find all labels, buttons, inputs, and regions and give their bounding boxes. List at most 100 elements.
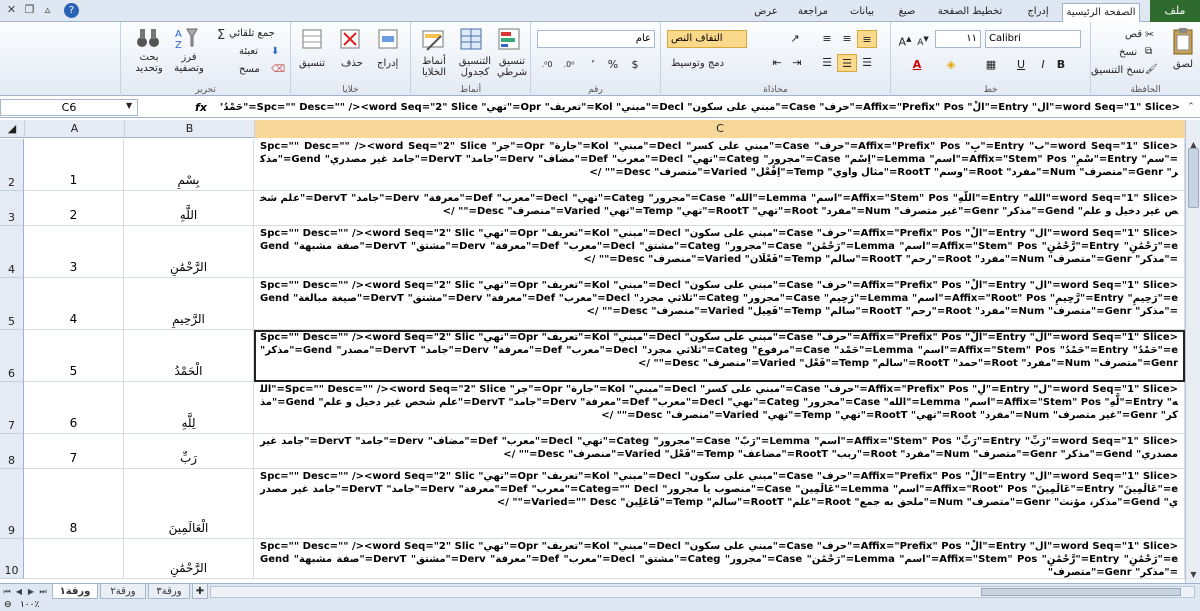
sort-filter-button[interactable]: فرز وتصفية	[169, 52, 209, 74]
percent-button[interactable]: %	[603, 56, 623, 74]
cell-styles-button[interactable]: أنماط الخلايا	[415, 56, 453, 78]
delete-button[interactable]: حذف	[341, 58, 363, 69]
cell-index[interactable]: 8	[24, 469, 124, 539]
name-box[interactable]: C6	[0, 99, 138, 116]
cell-word[interactable]: اللَّهِ	[124, 191, 254, 226]
align-bottom-icon[interactable]: ≡	[817, 30, 837, 48]
find-select-button[interactable]: بحث وتحديد	[129, 52, 169, 74]
copy-icon[interactable]: ⧉	[1145, 46, 1152, 57]
close-window-icon[interactable]: ✕	[4, 3, 19, 17]
horizontal-scrollbar[interactable]	[210, 586, 1195, 598]
cell-word[interactable]: الرَّحْمَٰنِ	[124, 226, 254, 278]
align-right-icon[interactable]: ☰	[857, 54, 877, 72]
cell-word[interactable]: الرَّحِيمِ	[124, 278, 254, 330]
align-left-icon[interactable]: ☰	[817, 54, 837, 72]
zoom-minus-icon[interactable]: ⊖	[4, 599, 12, 611]
select-all-corner[interactable]: ◢	[0, 120, 24, 138]
sheet-tab-1[interactable]: ورقة١	[52, 584, 98, 599]
format-as-table-button[interactable]: التنسيق كجدول	[455, 56, 495, 78]
format-painter-icon[interactable]: 🖌	[1145, 64, 1158, 75]
format-as-table-icon[interactable]	[459, 26, 485, 52]
zoom-level[interactable]: ١٠٠٪	[20, 599, 39, 611]
indent-icon[interactable]: ⇥	[787, 54, 807, 72]
cell-index[interactable]: 3	[24, 226, 124, 278]
outdent-icon[interactable]: ⇤	[767, 54, 787, 72]
orientation-icon[interactable]: ↗	[785, 30, 805, 48]
tab-data[interactable]: بيانات	[840, 3, 884, 22]
paste-icon[interactable]	[1171, 26, 1195, 56]
cell-word[interactable]: الْعَالَمِينَ	[124, 469, 254, 539]
name-box-dropdown-icon[interactable]: ▼	[126, 101, 132, 110]
cut-button[interactable]: قص	[1125, 29, 1142, 40]
delete-cells-icon[interactable]	[339, 28, 361, 50]
prev-sheet-icon[interactable]: ◀	[14, 585, 24, 598]
column-header-a[interactable]: A	[24, 120, 124, 138]
cell-index[interactable]: 1	[24, 139, 124, 191]
insert-cells-icon[interactable]	[377, 28, 399, 50]
wrap-text-button[interactable]: التفاف النص	[667, 30, 747, 48]
cell-index[interactable]: 2	[24, 191, 124, 226]
row-header[interactable]: 2	[0, 139, 24, 191]
vertical-scroll-thumb[interactable]	[1188, 148, 1199, 208]
tab-view[interactable]: عرض	[748, 3, 784, 22]
scissors-icon[interactable]: ✂	[1145, 28, 1154, 41]
sheet-tab-2[interactable]: ورقة٢	[100, 584, 146, 599]
format-button[interactable]: تنسيق	[299, 58, 325, 69]
row-header[interactable]: 7	[0, 382, 24, 434]
conditional-format-button[interactable]: تنسيق شرطي	[495, 56, 529, 78]
new-sheet-icon[interactable]: ✚	[192, 584, 208, 599]
cell-analysis[interactable]: <word Seq="1" Slice="ال" Entry="الْ" Aff…	[254, 469, 1185, 539]
italic-button[interactable]: I	[1033, 56, 1053, 74]
last-sheet-icon[interactable]: ⏭	[38, 585, 48, 598]
cell-index[interactable]: 4	[24, 278, 124, 330]
expand-formula-bar-icon[interactable]: ⌃	[1184, 100, 1198, 115]
decrease-decimal-icon[interactable]: .⁰0	[537, 56, 557, 74]
cell-word[interactable]: الرَّحْمَٰنِ	[124, 539, 254, 579]
font-size-box[interactable]: ١١	[935, 30, 981, 48]
autosum-icon[interactable]: Σ	[217, 28, 225, 43]
merge-center-button[interactable]: دمج وتوسيط	[671, 58, 724, 69]
row-header[interactable]: 5	[0, 278, 24, 330]
horizontal-scroll-thumb[interactable]	[981, 588, 1181, 596]
restore-window-icon[interactable]: ❐	[22, 3, 37, 17]
align-middle-icon[interactable]: ≡	[837, 30, 857, 48]
column-header-b[interactable]: B	[124, 120, 254, 138]
vertical-scrollbar[interactable]: ▲ ▼	[1185, 120, 1200, 583]
fill-icon[interactable]: ⬇	[271, 46, 279, 57]
column-header-c[interactable]: C	[254, 120, 1185, 138]
autosum-button[interactable]: جمع تلقائي	[229, 28, 275, 39]
row-header[interactable]: 9	[0, 469, 24, 539]
cell-analysis[interactable]: <word Seq="1" Slice="ل" Entry="لِ" Affix…	[254, 382, 1185, 434]
tab-formulas[interactable]: صيغ	[890, 3, 924, 22]
tab-page-layout[interactable]: تخطيط الصفحة	[930, 3, 1010, 22]
cell-word[interactable]: لِلَّهِ	[124, 382, 254, 434]
cell-analysis[interactable]: <word Seq="1" Slice="الله" Entry="اللَّه…	[254, 191, 1185, 226]
sort-filter-icon[interactable]: AZ	[173, 26, 199, 50]
cell-analysis[interactable]: <word Seq="1" Slice="ال" Entry="الْ" Aff…	[254, 539, 1185, 579]
format-painter-button[interactable]: نسخ التنسيق	[1091, 65, 1144, 76]
cell-word[interactable]: الْحَمْدُ	[124, 330, 254, 382]
cell-index[interactable]: 6	[24, 382, 124, 434]
paste-label[interactable]: لصق	[1173, 59, 1193, 70]
row-header[interactable]: 8	[0, 434, 24, 469]
minimize-ribbon-icon[interactable]: ▵	[40, 3, 55, 17]
fill-button[interactable]: تعبئة	[239, 46, 258, 57]
currency-icon[interactable]: $	[625, 56, 645, 74]
insert-function-button[interactable]: fx	[190, 99, 212, 116]
next-sheet-icon[interactable]: ▶	[26, 585, 36, 598]
conditional-format-icon[interactable]	[497, 26, 523, 52]
sheet-tab-3[interactable]: ورقة٣	[148, 584, 190, 599]
underline-button[interactable]: U	[1011, 56, 1031, 74]
tab-insert[interactable]: إدراج	[1018, 3, 1058, 22]
tab-review[interactable]: مراجعة	[790, 3, 836, 22]
grow-font-icon[interactable]: A▲	[895, 30, 915, 49]
help-button[interactable]: ?	[64, 3, 79, 18]
cell-analysis[interactable]: <word Seq="1" Slice="ب" Entry="بِ" Affix…	[254, 139, 1185, 191]
tab-home[interactable]: الصفحة الرئيسية	[1062, 3, 1140, 23]
cell-index[interactable]: 5	[24, 330, 124, 382]
row-header[interactable]: 10	[0, 539, 24, 579]
formula-input[interactable]: <word Seq="1" Slice="ال" Entry="الْ" Aff…	[220, 99, 1180, 116]
row-header[interactable]: 3	[0, 191, 24, 226]
borders-icon[interactable]: ▦	[981, 56, 1001, 74]
first-sheet-icon[interactable]: ⏮	[2, 585, 12, 598]
